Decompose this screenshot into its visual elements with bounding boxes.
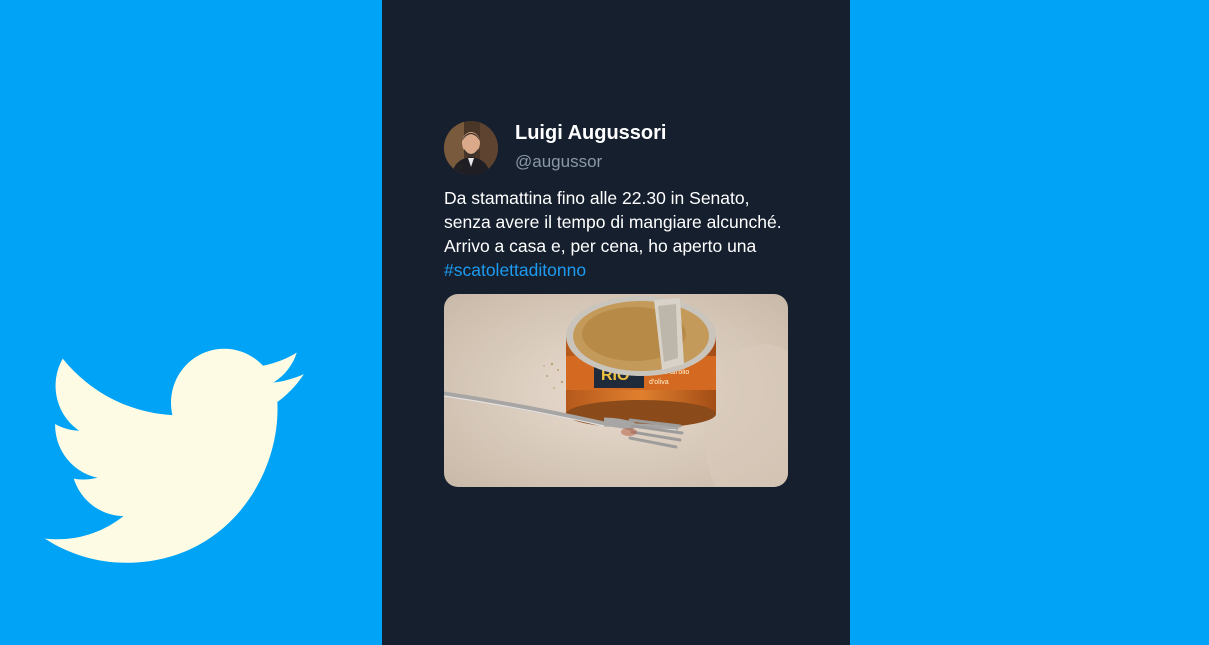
tweet-text: Da stamattina fino alle 22.30 in Senato,… [444,186,788,282]
twitter-bird-icon [44,348,304,563]
avatar[interactable] [444,121,498,175]
author-handle[interactable]: @augussor [515,152,602,172]
tweet-text-line: Arrivo a casa e, per cena, ho aperto una [444,236,757,256]
tweet-media[interactable]: RIO Tonno all'olio d'oliva [444,294,788,487]
hashtag-link[interactable]: #scatolettaditonno [444,258,788,282]
photo-tuna-can-with-fork: RIO Tonno all'olio d'oliva [444,294,788,487]
author-display-name[interactable]: Luigi Augussori [515,122,666,145]
tweet-text-line: Da stamattina fino alle 22.30 in Senato, [444,188,750,208]
profile-photo [444,121,498,175]
right-blue-background [850,0,1209,645]
svg-text:d'oliva: d'oliva [649,379,669,386]
tweet-text-line: senza avere il tempo di mangiare alcunch… [444,212,782,232]
